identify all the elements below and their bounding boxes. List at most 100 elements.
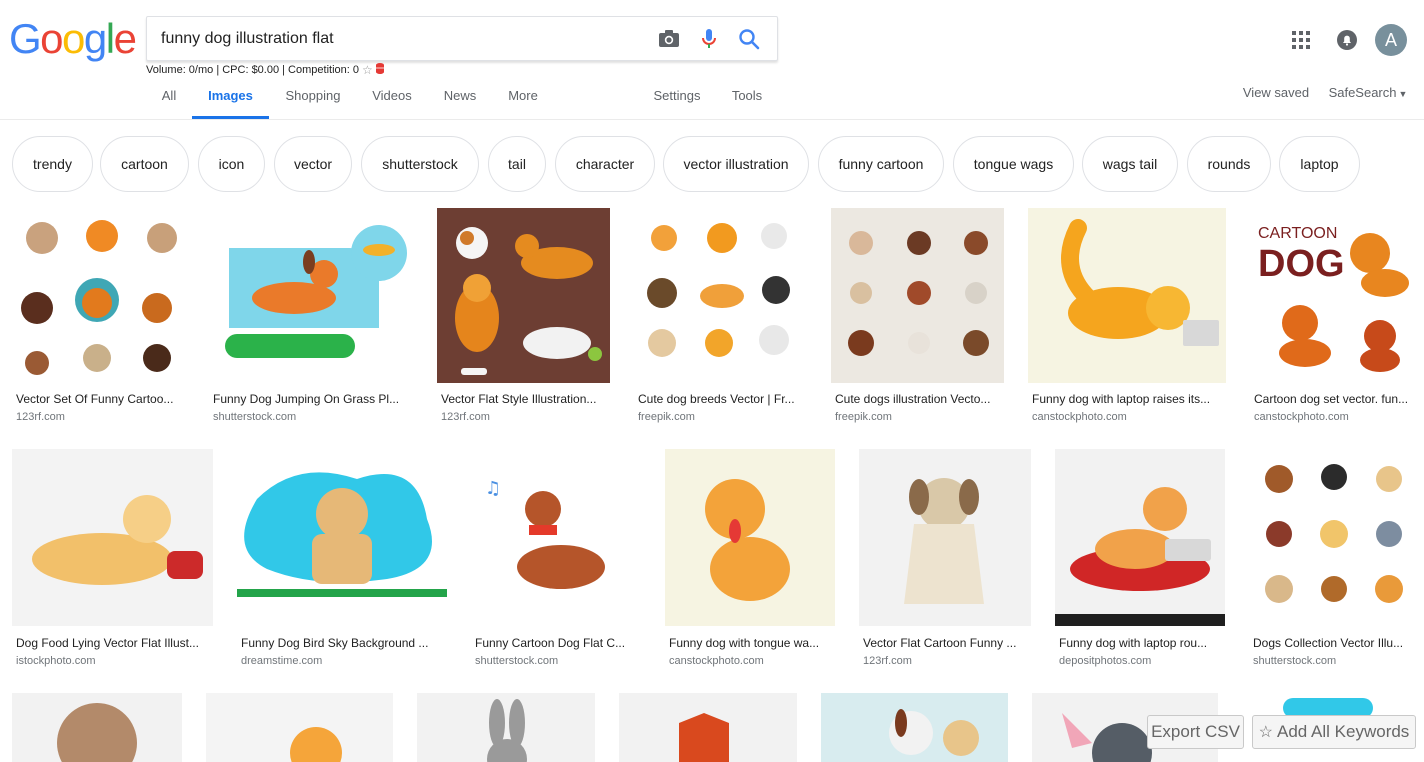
image-result[interactable]: Vector Flat Style Illustration... 123rf.…: [437, 208, 610, 428]
result-title[interactable]: Vector Set Of Funny Cartoo...: [16, 392, 185, 406]
chip-tongue-wags[interactable]: tongue wags: [953, 136, 1074, 192]
result-thumbnail[interactable]: [417, 693, 595, 762]
export-csv-button[interactable]: Export CSV: [1147, 715, 1244, 749]
image-result[interactable]: Cute dogs illustration Vecto... freepik.…: [831, 208, 1004, 428]
result-thumbnail[interactable]: [831, 208, 1004, 383]
database-icon[interactable]: [375, 63, 384, 77]
tab-settings[interactable]: Settings: [648, 78, 706, 119]
result-thumbnail[interactable]: [859, 449, 1031, 626]
result-title[interactable]: Cartoon dog set vector. fun...: [1254, 392, 1419, 406]
image-result[interactable]: Dogs Collection Vector Illu... shutterst…: [1249, 449, 1419, 673]
caret-down-icon: ▼: [1398, 89, 1408, 99]
view-saved-link[interactable]: View saved: [1238, 75, 1314, 116]
result-title[interactable]: Funny dog with laptop rou...: [1059, 636, 1225, 650]
result-title[interactable]: Vector Flat Style Illustration...: [441, 392, 610, 406]
apps-grid-icon[interactable]: [1292, 31, 1310, 49]
tab-more[interactable]: More: [502, 78, 544, 119]
image-result[interactable]: Vector Set Of Funny Cartoo... 123rf.com: [12, 208, 185, 428]
result-source[interactable]: shutterstock.com: [213, 411, 296, 423]
tab-images[interactable]: Images: [192, 78, 269, 119]
image-result[interactable]: Funny Dog Bird Sky Background ... dreams…: [237, 449, 447, 673]
image-result[interactable]: Vector Flat Cartoon Funny ... 123rf.com: [859, 449, 1031, 673]
chip-trendy[interactable]: trendy: [12, 136, 93, 192]
result-source[interactable]: canstockphoto.com: [669, 655, 764, 667]
camera-icon[interactable]: [657, 27, 681, 51]
result-title[interactable]: Funny Dog Bird Sky Background ...: [241, 636, 447, 650]
svg-text:♫: ♫: [485, 478, 501, 499]
result-title[interactable]: Funny Dog Jumping On Grass Pl...: [213, 392, 413, 406]
result-thumbnail[interactable]: [821, 693, 1008, 762]
result-thumbnail[interactable]: [12, 208, 185, 383]
result-source[interactable]: depositphotos.com: [1059, 655, 1151, 667]
tab-news[interactable]: News: [438, 78, 482, 119]
result-thumbnail[interactable]: [206, 693, 393, 762]
tab-videos[interactable]: Videos: [366, 78, 418, 119]
chip-vector[interactable]: vector: [274, 136, 352, 192]
result-thumbnail[interactable]: [1055, 449, 1225, 626]
result-source[interactable]: 123rf.com: [863, 655, 912, 667]
chip-laptop[interactable]: laptop: [1279, 136, 1360, 192]
chip-character[interactable]: character: [555, 136, 655, 192]
safesearch-toggle[interactable]: SafeSearch ▼: [1326, 75, 1410, 116]
chip-wags-tail[interactable]: wags tail: [1082, 136, 1178, 192]
result-source[interactable]: dreamstime.com: [241, 655, 322, 667]
result-thumbnail[interactable]: [209, 208, 413, 383]
image-result[interactable]: Dog Food Lying Vector Flat Illust... ist…: [12, 449, 213, 673]
image-result[interactable]: ♫ Funny Cartoon Dog Flat C... shuttersto…: [471, 449, 641, 673]
image-result[interactable]: Funny dog with tongue wa... canstockphot…: [665, 449, 835, 673]
result-title[interactable]: Funny Cartoon Dog Flat C...: [475, 636, 641, 650]
result-thumbnail[interactable]: [665, 449, 835, 626]
result-source[interactable]: istockphoto.com: [16, 655, 95, 667]
chip-icon[interactable]: icon: [198, 136, 265, 192]
result-source[interactable]: canstockphoto.com: [1254, 411, 1349, 423]
result-source[interactable]: 123rf.com: [16, 411, 65, 423]
google-logo[interactable]: Google: [9, 15, 137, 63]
result-thumbnail[interactable]: [437, 208, 610, 383]
result-title[interactable]: Cute dogs illustration Vecto...: [835, 392, 1004, 406]
chip-cartoon[interactable]: cartoon: [100, 136, 189, 192]
image-result[interactable]: Cute dog breeds Vector | Fr... freepik.c…: [634, 208, 807, 428]
chip-funny-cartoon[interactable]: funny cartoon: [818, 136, 944, 192]
result-thumbnail[interactable]: [619, 693, 797, 762]
result-title[interactable]: Dogs Collection Vector Illu...: [1253, 636, 1419, 650]
result-thumbnail[interactable]: [12, 693, 182, 762]
star-icon[interactable]: ☆: [362, 63, 373, 77]
chip-tail[interactable]: tail: [488, 136, 546, 192]
mic-icon[interactable]: [697, 27, 721, 51]
result-title[interactable]: Funny dog with laptop raises its...: [1032, 392, 1226, 406]
avatar[interactable]: A: [1375, 24, 1407, 56]
result-title[interactable]: Funny dog with tongue wa...: [669, 636, 835, 650]
tab-all[interactable]: All: [156, 78, 182, 119]
result-thumbnail[interactable]: [1028, 208, 1226, 383]
result-source[interactable]: 123rf.com: [441, 411, 490, 423]
tab-shopping[interactable]: Shopping: [280, 78, 346, 119]
logo-letter: l: [105, 15, 115, 62]
result-thumbnail[interactable]: ♫: [471, 449, 641, 626]
notifications-icon[interactable]: [1336, 29, 1358, 51]
image-result[interactable]: CARTOON DOG Cartoon dog set vector. fun.…: [1250, 208, 1419, 428]
result-thumbnail[interactable]: [12, 449, 213, 626]
result-source[interactable]: shutterstock.com: [1253, 655, 1336, 667]
result-title[interactable]: Vector Flat Cartoon Funny ...: [863, 636, 1031, 650]
result-thumbnail[interactable]: [634, 208, 807, 383]
result-source[interactable]: shutterstock.com: [475, 655, 558, 667]
search-input[interactable]: [161, 17, 641, 60]
result-source[interactable]: freepik.com: [638, 411, 695, 423]
result-thumbnail[interactable]: [237, 449, 447, 626]
image-result[interactable]: Funny dog with laptop rou... depositphot…: [1055, 449, 1225, 673]
result-thumbnail[interactable]: CARTOON DOG: [1250, 208, 1419, 383]
search-icon[interactable]: [737, 27, 761, 51]
image-result[interactable]: Funny dog with laptop raises its... cans…: [1028, 208, 1226, 428]
result-source[interactable]: freepik.com: [835, 411, 892, 423]
logo-letter: o: [62, 15, 85, 62]
result-source[interactable]: canstockphoto.com: [1032, 411, 1127, 423]
image-result[interactable]: Funny Dog Jumping On Grass Pl... shutter…: [209, 208, 413, 428]
result-thumbnail[interactable]: [1249, 449, 1419, 626]
add-all-keywords-button[interactable]: ☆ Add All Keywords: [1252, 715, 1416, 749]
chip-vector-illustration[interactable]: vector illustration: [663, 136, 809, 192]
tab-tools[interactable]: Tools: [727, 78, 767, 119]
chip-rounds[interactable]: rounds: [1187, 136, 1271, 192]
chip-shutterstock[interactable]: shutterstock: [361, 136, 479, 192]
result-title[interactable]: Dog Food Lying Vector Flat Illust...: [16, 636, 213, 650]
result-title[interactable]: Cute dog breeds Vector | Fr...: [638, 392, 807, 406]
